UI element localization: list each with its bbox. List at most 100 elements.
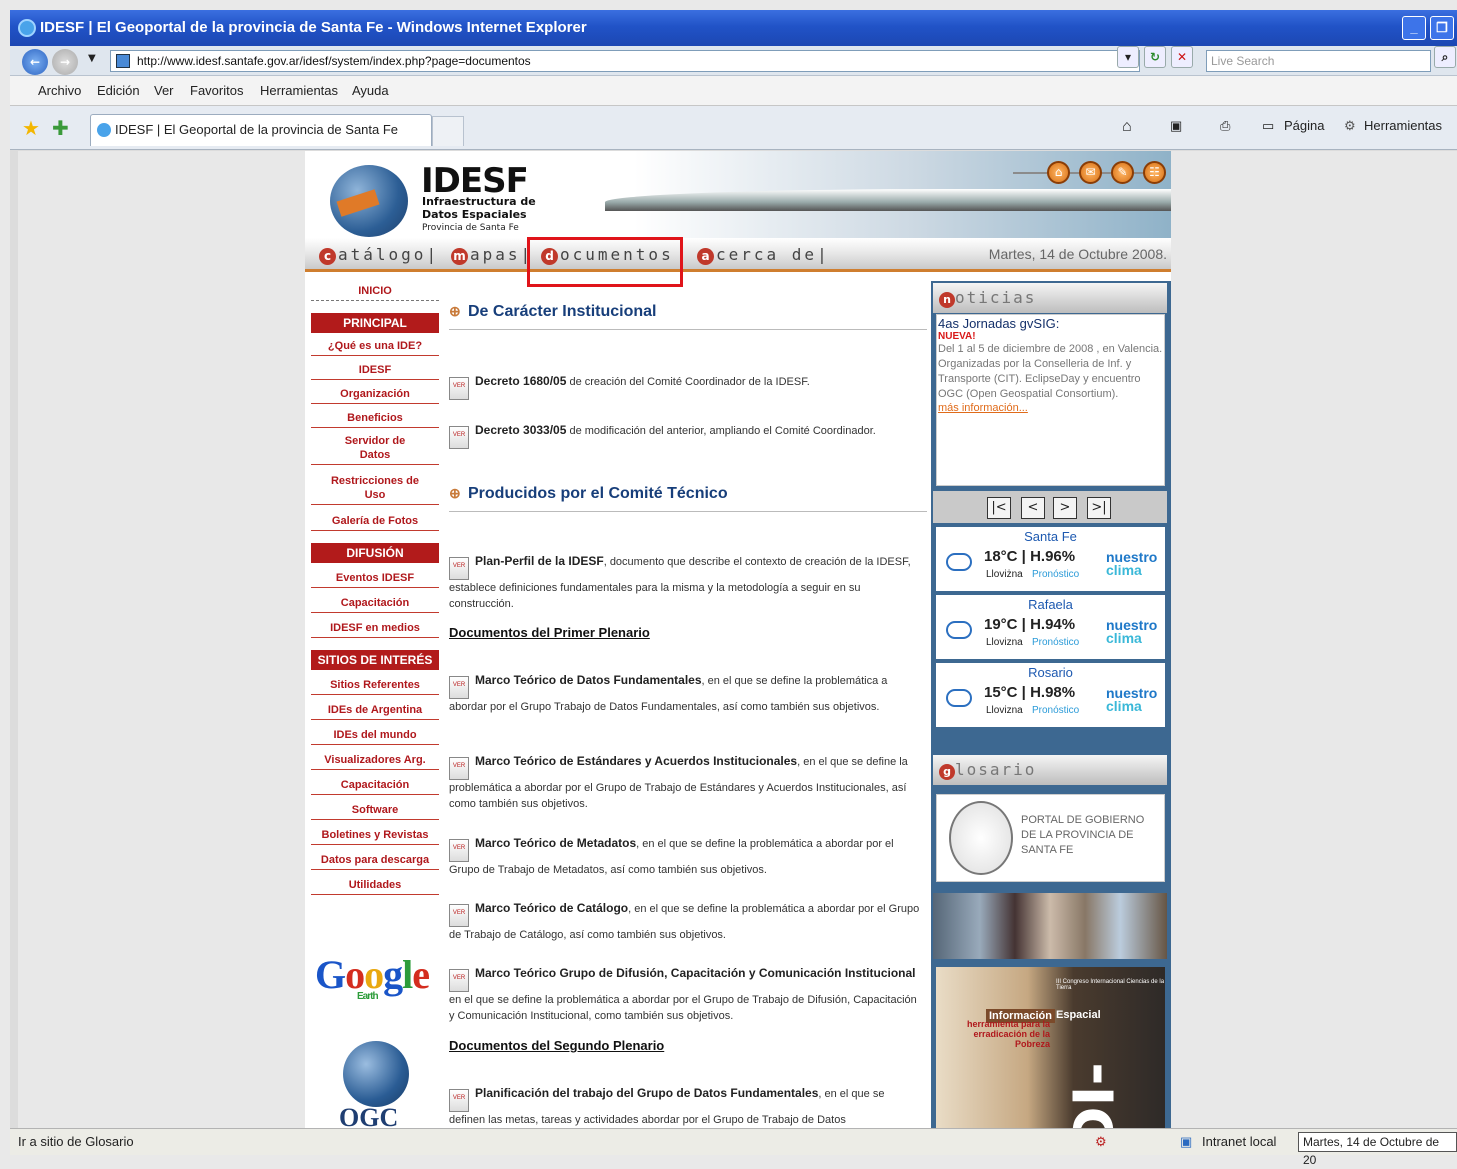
search-icon[interactable]: ⌕ — [1434, 46, 1456, 68]
menu-ayuda[interactable]: Ayuda — [352, 76, 389, 106]
search-input[interactable]: Live Search — [1206, 50, 1431, 72]
doc-decreto-1680[interactable]: VER Decreto 1680/05 de creación del Comit… — [449, 373, 923, 400]
sidebar-item-software[interactable]: Software — [311, 795, 439, 820]
sitemap-icon[interactable]: ☷ — [1143, 161, 1166, 184]
sidebar-item-idesf[interactable]: IDESF — [311, 356, 439, 380]
weather-santa-fe[interactable]: Santa Fe 18°C | H.96% Lloviżna Pronóstic… — [936, 527, 1165, 591]
sidebar-item-capacitacion[interactable]: Capacitación — [311, 588, 439, 613]
weather-rosario[interactable]: Rosario 15°C | H.98% Llovizna Pronóstico… — [936, 663, 1165, 727]
sidebar-item-sitios-referentes[interactable]: Sitios Referentes — [311, 670, 439, 695]
url-input[interactable]: http://www.idesf.santafe.gov.ar/idesf/sy… — [110, 50, 1140, 72]
link-primer-plenario[interactable]: Documentos del Primer Plenario — [449, 625, 650, 640]
home-icon[interactable]: ⌂ — [1047, 161, 1070, 184]
favorites-star-icon[interactable]: ★ — [22, 116, 40, 141]
edit-icon[interactable]: ✎ — [1111, 161, 1134, 184]
minimize-button[interactable]: _ — [1402, 16, 1426, 40]
doc-catalogo[interactable]: VER Marco Teórico de Catálogo, en el que … — [449, 900, 923, 943]
site-header: IDESF Infraestructura de Datos Espaciale… — [305, 151, 1171, 246]
status-date-tooltip: Martes, 14 de Octubre de 20 — [1298, 1132, 1457, 1167]
pdf-icon: VER — [449, 839, 469, 862]
new-tab-button[interactable] — [432, 116, 464, 146]
sidebar-item-utilidades[interactable]: Utilidades — [311, 870, 439, 895]
tab-idesf[interactable]: IDESF | El Geoportal de la provincia de … — [90, 114, 432, 146]
tools-gear-icon[interactable]: ⚙ — [1344, 118, 1356, 134]
ogc-label: OGC — [339, 1103, 399, 1128]
menu-herramientas[interactable]: Herramientas — [260, 76, 338, 106]
pronostico-link[interactable]: Pronóstico — [1032, 569, 1079, 580]
nav-inicio[interactable]: INICIO — [311, 281, 439, 301]
sidebar-item-capacitacion-sitios[interactable]: Capacitación — [311, 770, 439, 795]
pronostico-link[interactable]: Pronóstico — [1032, 705, 1079, 716]
add-favorite-icon[interactable]: ✚ — [52, 116, 69, 141]
ogc-globe-logo[interactable] — [343, 1041, 409, 1107]
page-menu-icon[interactable]: ▭ — [1262, 118, 1274, 134]
sidebar-item-boletines[interactable]: Boletines y Revistas — [311, 820, 439, 845]
pager-last-button[interactable]: >| — [1087, 497, 1111, 519]
logo-subtitle-2: Datos Espaciales — [422, 208, 527, 221]
forward-button[interactable]: → — [52, 49, 78, 75]
sidebar-item-restricciones[interactable]: Restricciones de Uso — [311, 465, 439, 505]
title-bar: IDESF | El Geoportal de la provincia de … — [10, 10, 1457, 46]
sidebar-item-servidor-datos[interactable]: Servidor de Datos — [311, 428, 439, 465]
pdf-icon: VER — [449, 377, 469, 400]
history-dropdown-icon[interactable]: ▼ — [88, 53, 96, 64]
photo-strip[interactable] — [933, 893, 1167, 959]
pager-next-button[interactable]: > — [1053, 497, 1077, 519]
sidebar-item-eventos[interactable]: Eventos IDESF — [311, 563, 439, 588]
nav-acerca-de[interactable]: a cerca de| — [697, 245, 830, 265]
rain-cloud-icon — [946, 553, 972, 571]
pager-first-button[interactable]: |< — [987, 497, 1011, 519]
stop-icon[interactable]: ✕ — [1171, 46, 1193, 68]
doc-plan-perfil[interactable]: VER Plan-Perfil de la IDESF, documento qu… — [449, 553, 923, 612]
viewport: IDESF Infraestructura de Datos Espaciale… — [18, 151, 1457, 1128]
sidebar-item-idesf-medios[interactable]: IDESF en medios — [311, 613, 439, 638]
idi-9-poster[interactable]: III Congreso Internacional Ciencias de l… — [936, 967, 1165, 1128]
print-icon[interactable]: ⎙ — [1220, 118, 1230, 134]
address-bar: ← → ▼ http://www.idesf.santafe.gov.ar/id… — [10, 46, 1457, 76]
menu-favoritos[interactable]: Favoritos — [190, 76, 243, 106]
sidebar-item-beneficios[interactable]: Beneficios — [311, 404, 439, 428]
sidebar-item-organizacion[interactable]: Organización — [311, 380, 439, 404]
doc-decreto-3033[interactable]: VER Decreto 3033/05 de modificación del a… — [449, 422, 923, 449]
doc-planificacion[interactable]: VER Planificación del trabajo del Grupo d… — [449, 1085, 923, 1128]
logo-subtitle-1: Infraestructura de — [422, 195, 536, 208]
sidebar-item-que-es-ide[interactable]: ¿Qué es una IDE? — [311, 333, 439, 356]
pager-prev-button[interactable]: < — [1021, 497, 1045, 519]
pronostico-link[interactable]: Pronóstico — [1032, 637, 1079, 648]
news-title[interactable]: 4as Jornadas gvSIG: — [937, 315, 1164, 331]
feeds-icon[interactable]: ▣ — [1170, 118, 1182, 134]
sidebar-item-ides-mundo[interactable]: IDEs del mundo — [311, 720, 439, 745]
pagina-menu[interactable]: Página — [1284, 118, 1324, 133]
sidebar-item-galeria[interactable]: Galería de Fotos — [311, 505, 439, 531]
google-earth-link[interactable]: Google Earth — [315, 951, 430, 1002]
nav-mapas[interactable]: m apas| — [451, 245, 533, 265]
nav-catalogo[interactable]: c atálogo| — [319, 245, 439, 265]
menu-archivo[interactable]: Archivo — [38, 76, 81, 106]
glosario-header[interactable]: g losario — [933, 755, 1167, 785]
link-segundo-plenario[interactable]: Documentos del Segundo Plenario — [449, 1038, 664, 1053]
news-more-link[interactable]: más información... — [937, 402, 1164, 414]
menu-ver[interactable]: Ver — [154, 76, 174, 106]
restore-button[interactable]: ❐ — [1430, 16, 1454, 40]
back-button[interactable]: ← — [22, 49, 48, 75]
sidebar-item-ides-argentina[interactable]: IDEs de Argentina — [311, 695, 439, 720]
herramientas-menu[interactable]: Herramientas — [1364, 118, 1442, 133]
doc-datos-fundamentales[interactable]: VER Marco Teórico de Datos Fundamentales,… — [449, 672, 923, 715]
menu-edicion[interactable]: Edición — [97, 76, 140, 106]
rain-cloud-icon — [946, 621, 972, 639]
refresh-icon[interactable]: ↻ — [1144, 46, 1166, 68]
doc-estandares[interactable]: VER Marco Teórico de Estándares y Acuerdo… — [449, 753, 923, 812]
security-zone: Intranet local — [1202, 1134, 1277, 1149]
weather-rafaela[interactable]: Rafaela 19°C | H.94% Llovizna Pronóstico… — [936, 595, 1165, 659]
sidebar-item-datos-descarga[interactable]: Datos para descarga — [311, 845, 439, 870]
ie-logo-icon — [18, 19, 36, 37]
mail-icon[interactable]: ✉ — [1079, 161, 1102, 184]
home-icon[interactable]: ⌂ — [1122, 118, 1132, 136]
portal-gobierno-banner[interactable]: PORTAL DE GOBIERNO DE LA PROVINCIA DE SA… — [936, 794, 1165, 882]
doc-difusion[interactable]: VER Marco Teórico Grupo de Difusión, Capa… — [449, 965, 923, 1024]
right-column: n oticias 4as Jornadas gvSIG: NUEVA! Del … — [931, 281, 1171, 1128]
main-nav: c atálogo| m apas| d ocumentos a cerca de| M… — [305, 238, 1171, 272]
url-dropdown-icon[interactable]: ▾ — [1117, 46, 1139, 68]
doc-metadatos[interactable]: VER Marco Teórico de Metadatos, en el que… — [449, 835, 923, 878]
sidebar-item-visualizadores[interactable]: Visualizadores Arg. — [311, 745, 439, 770]
